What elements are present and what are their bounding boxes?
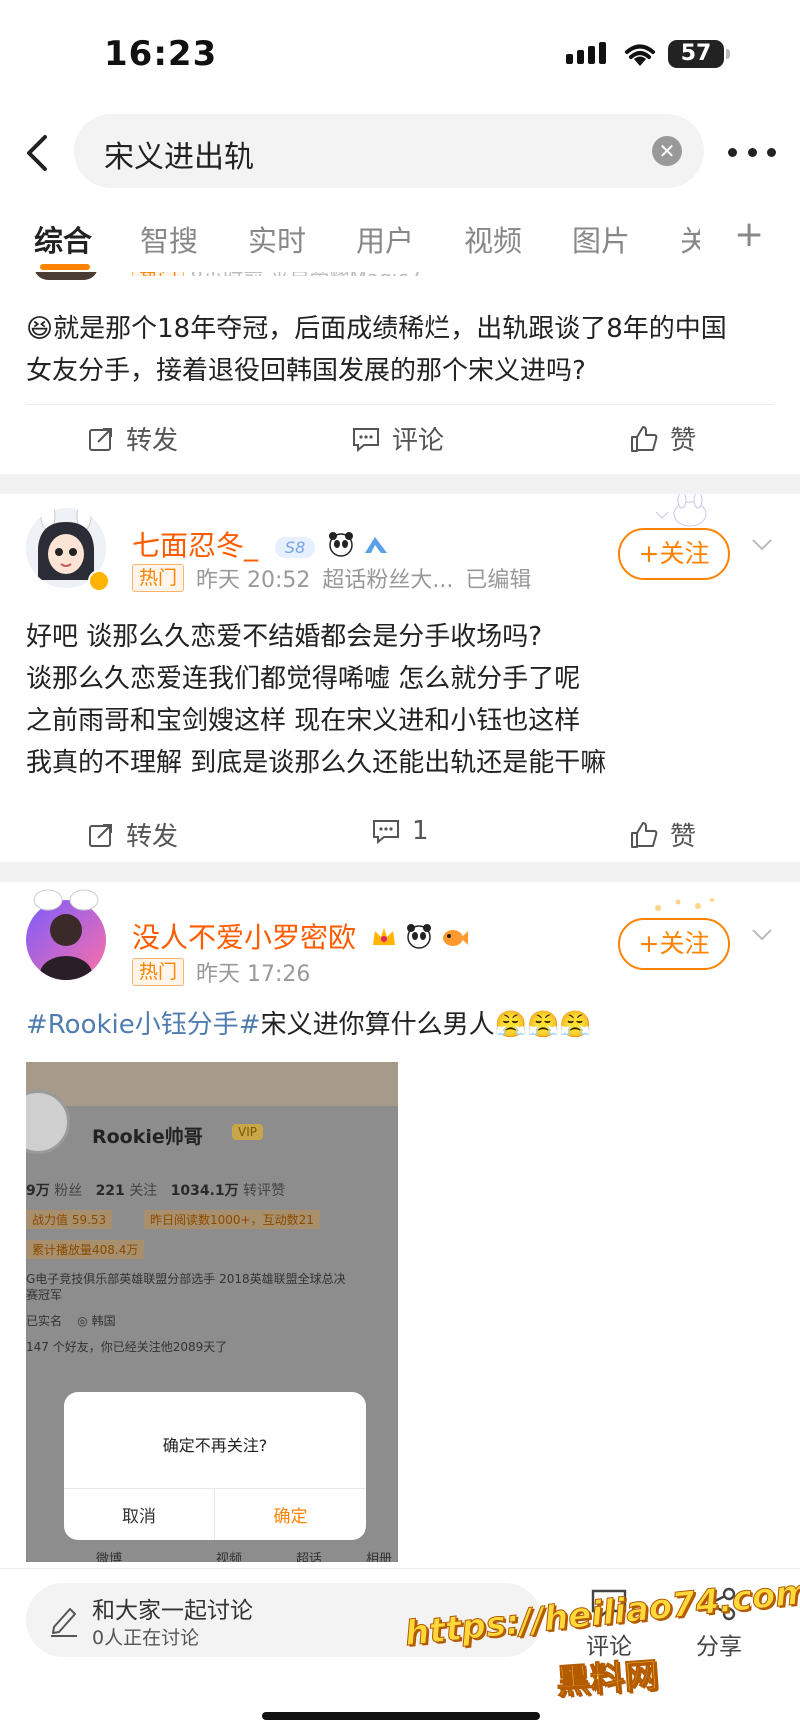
thumbs-up-icon [631, 821, 658, 848]
add-tab-button[interactable]: + [734, 214, 764, 255]
profile-friends: 147 个好友，你已经关注他2089天了 [26, 1340, 228, 1354]
tab-images[interactable]: 图片 [572, 218, 630, 260]
vip-badge: VIP [232, 1124, 263, 1140]
post-text: 好吧 谈那么久恋爱不结婚都会是分手收场吗? 谈那么久恋爱连我们都觉得唏嘘 怎么就… [26, 622, 607, 778]
comment-button[interactable]: 1 [372, 816, 429, 846]
dialog-confirm-button[interactable]: 确定 [215, 1502, 366, 1527]
profile-cover [26, 1062, 398, 1106]
panda-icon [328, 531, 363, 564]
tab-users[interactable]: 用户 [356, 218, 414, 260]
chevron-down-icon[interactable] [750, 532, 774, 556]
more-options-button[interactable] [728, 132, 776, 172]
repost-button[interactable]: 转发 [88, 816, 178, 853]
fish-icon [441, 923, 469, 956]
divider [64, 1488, 366, 1489]
feed-separator [0, 862, 800, 882]
tab-videos[interactable]: 视频 [464, 218, 522, 260]
profile-bio-2: 赛冠军 [26, 1288, 63, 1302]
reads-badge: 昨日阅读数1000+，互动数21 [144, 1210, 320, 1229]
post-text: #Rookie小钰分手#宋义进你算什么男人😤😤😤 [26, 1010, 592, 1040]
unfollow-dialog: 确定不再关注? 取消 确定 [64, 1392, 366, 1540]
feed-separator [0, 474, 800, 494]
tab-comprehensive[interactable]: 综合 [34, 218, 92, 260]
tab-smart-search[interactable]: 智搜 [140, 218, 198, 260]
profile-verified: 已实名 ◎ 韩国 [26, 1314, 116, 1328]
crown-icon [371, 923, 406, 956]
comment-icon [373, 820, 399, 844]
profile-bio: G电子竞技俱乐部英雄联盟分部选手 2018英雄联盟全球总决 [26, 1272, 346, 1286]
status-time: 16:23 [104, 34, 218, 74]
like-button[interactable]: 赞 [630, 420, 696, 457]
profile-stats: 9万 粉丝 221 关注 1034.1万 转评赞 [26, 1183, 286, 1199]
panda-icon [406, 923, 441, 956]
profile-name: Rookie帅哥 [92, 1126, 203, 1148]
embedded-screenshot: Rookie帅哥 VIP 9万 粉丝 221 关注 1034.1万 转评赞 战力… [26, 1062, 398, 1562]
repost-icon [89, 823, 112, 847]
chevron-left-icon [27, 135, 47, 171]
post-actions: 转发 1 赞 [0, 810, 800, 860]
power-badge: 战力值 59.53 [26, 1210, 113, 1229]
watermark-site-name: 黑料网 [554, 1655, 660, 1703]
username[interactable]: 没人不爱小罗密欧 [132, 916, 469, 956]
search-tabs: 综合 智搜 实时 用户 视频 图片 关 + [0, 212, 800, 272]
status-bar: 16:23 57 [0, 0, 800, 100]
profile-tab-video: 视频 [216, 1552, 243, 1562]
bunny-ears-icon [33, 889, 99, 911]
post-image[interactable]: Rookie帅哥 VIP 9万 粉丝 221 关注 1034.1万 转评赞 战力… [26, 1062, 398, 1562]
divider [26, 404, 774, 405]
dialog-cancel-button[interactable]: 取消 [64, 1502, 214, 1527]
dialog-message: 确定不再关注? [162, 1436, 268, 1455]
verified-badge-icon [88, 570, 110, 592]
active-tab-indicator [40, 264, 90, 270]
signal-icon [566, 42, 606, 64]
wifi-icon [625, 44, 655, 66]
follow-button[interactable]: +关注 [618, 528, 730, 580]
repost-button[interactable]: 转发 [88, 420, 178, 457]
discussion-title: 和大家一起讨论 [92, 1598, 253, 1624]
dot-icon [728, 147, 737, 157]
back-button[interactable] [16, 125, 56, 181]
decoration-icon [655, 494, 707, 527]
follow-button[interactable]: +关注 [618, 918, 730, 970]
post-card: 七面忍冬_ S8 热门 昨天 20:52 超话粉丝大... 已编辑 +关注 好吧… [0, 494, 800, 860]
hashtag-link[interactable]: #Rookie小钰分手# [26, 1010, 261, 1040]
chevron-down-icon[interactable] [750, 922, 774, 946]
comment-button[interactable]: 评论 [352, 420, 444, 457]
bottom-bar: 和大家一起讨论 0人正在讨论 评论 分享 https://heiliao74.c… [0, 1568, 800, 1736]
discussion-count: 0人正在讨论 [92, 1627, 200, 1649]
pencil-icon [51, 1608, 77, 1637]
battery-icon: 57 [668, 40, 730, 68]
shark-icon [363, 531, 389, 564]
like-button[interactable]: 赞 [630, 816, 696, 853]
post-meta: 热门 昨天 20:52 超话粉丝大... 已编辑 [132, 562, 531, 594]
username[interactable]: 七面忍冬_ S8 [132, 524, 389, 564]
search-query: 宋义进出轨 [104, 140, 254, 175]
clear-search-button[interactable]: ✕ [652, 136, 682, 166]
home-indicator[interactable] [262, 1712, 540, 1720]
post-text: 😆就是那个18年夺冠，后面成绩稀烂，出轨跟谈了8年的中国 女友分手，接着退役回韩… [26, 314, 727, 386]
plays-badge: 累计播放量408.4万 [26, 1240, 145, 1259]
post-meta: 热门 昨天 17:26 [132, 956, 310, 988]
post-card: 热门 8小时前 来自荣耀Magic7 😆就是那个18年夺冠，后面成绩稀烂，出轨跟… [0, 265, 800, 472]
comment-icon [353, 427, 379, 452]
dot-icon [747, 147, 757, 157]
level-badge: S8 [274, 536, 316, 558]
profile-tab-supertopic: 超话 [296, 1552, 323, 1562]
profile-tab-weibo: 微博 [96, 1552, 123, 1562]
thumbs-up-icon [631, 425, 658, 452]
dot-icon [767, 147, 776, 157]
tab-related[interactable]: 关 [680, 218, 700, 260]
post-actions: 转发 评论 赞 [0, 414, 800, 464]
tab-realtime[interactable]: 实时 [248, 218, 306, 260]
repost-icon [89, 427, 112, 451]
profile-tab-album: 相册 [366, 1552, 393, 1562]
sparkle-decoration-icon [655, 898, 714, 911]
search-input[interactable]: 宋义进出轨 ✕ [74, 114, 704, 188]
